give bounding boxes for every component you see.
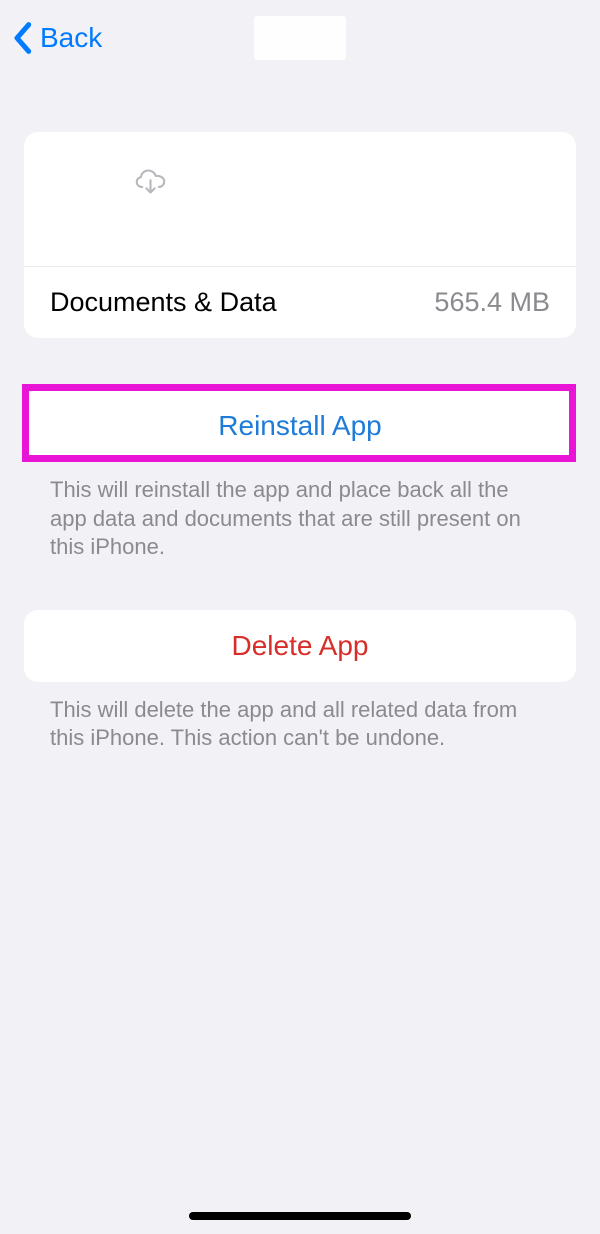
nav-title-mask <box>254 16 346 60</box>
reinstall-app-button[interactable]: Reinstall App <box>24 390 576 462</box>
delete-section: Delete App This will delete the app and … <box>24 610 576 753</box>
delete-description: This will delete the app and all related… <box>24 682 576 753</box>
home-indicator[interactable] <box>189 1212 411 1220</box>
app-info-card: Documents & Data 565.4 MB <box>24 132 576 338</box>
reinstall-label: Reinstall App <box>218 410 381 442</box>
delete-label: Delete App <box>232 630 369 662</box>
documents-data-value: 565.4 MB <box>434 287 550 318</box>
back-label: Back <box>40 22 102 54</box>
cloud-download-icon <box>134 165 167 198</box>
app-icon-placeholder <box>50 162 124 236</box>
delete-app-button[interactable]: Delete App <box>24 610 576 682</box>
navigation-bar: Back <box>0 0 600 76</box>
chevron-left-icon <box>12 21 32 55</box>
app-header <box>24 132 576 267</box>
documents-data-label: Documents & Data <box>50 287 277 318</box>
back-button[interactable]: Back <box>12 21 102 55</box>
reinstall-description: This will reinstall the app and place ba… <box>24 462 576 562</box>
documents-data-row: Documents & Data 565.4 MB <box>24 267 576 338</box>
reinstall-section: Reinstall App This will reinstall the ap… <box>24 390 576 562</box>
